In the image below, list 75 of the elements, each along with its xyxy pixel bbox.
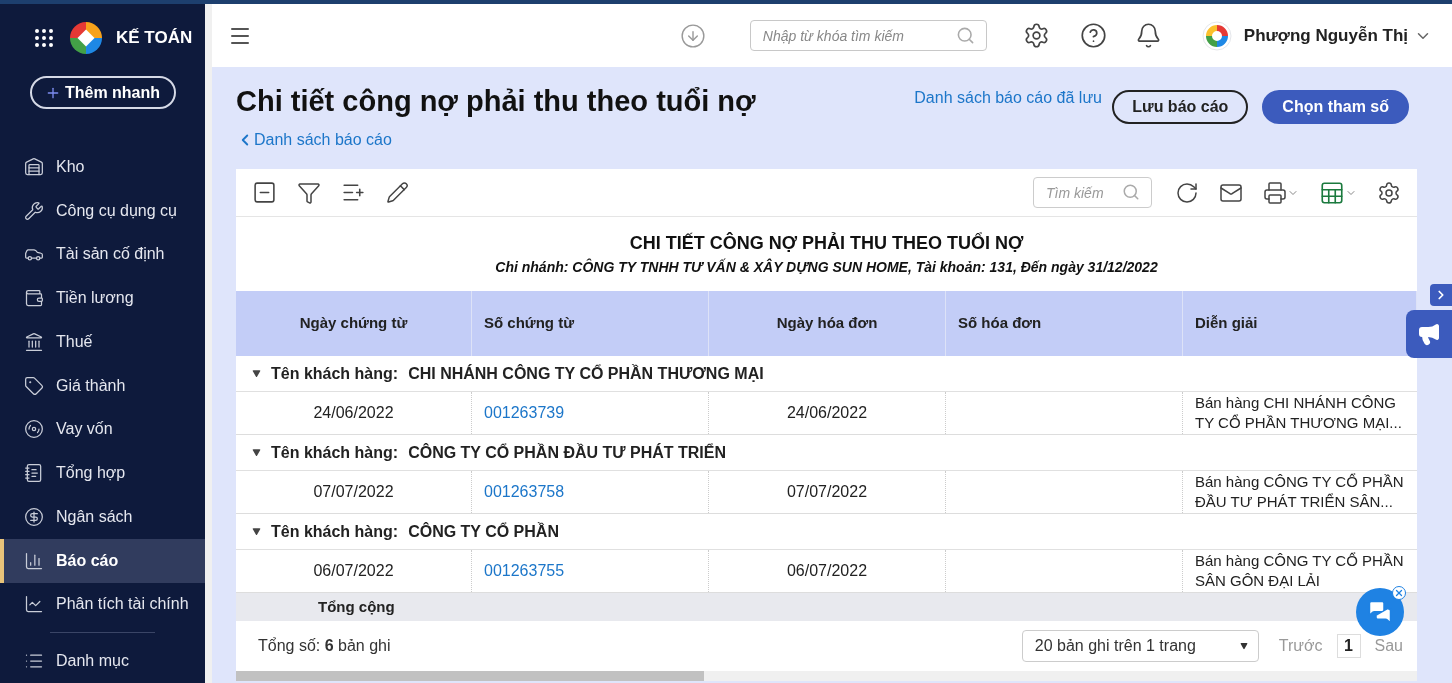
table-cell: 06/07/2022 [709,550,946,592]
table-cell: 24/06/2022 [709,392,946,434]
download-icon[interactable] [679,22,706,49]
expand-tab[interactable] [1430,284,1452,306]
sidebar-item[interactable]: Vay vốn [0,407,205,452]
group-label: Tên khách hàng: [271,442,399,463]
total-label: Tổng cộng [318,596,395,617]
sidebar-item[interactable]: Báo cáo [0,538,205,583]
sidebar-item[interactable]: Công cụ dụng cụ [0,188,205,233]
search-field[interactable]: Nhập từ khóa tìm kiếm [749,20,987,51]
voucher-link[interactable]: 001263758 [484,480,565,504]
warehouse-icon [24,156,44,177]
sidebar-item[interactable]: Phân tích tài chính [0,582,205,627]
table-cell-text: Bán hàng CHI NHÁNH CÔNG TY CỔ PHẦN THƯƠNG MẠI... [1195,393,1403,433]
avatar-icon [1201,20,1232,51]
settings-icon[interactable] [1377,180,1401,205]
table-cell-text: Bán hàng CÔNG TY CỔ PHẦN ĐẦU TƯ PHÁT TRIỂN SÂN... [1195,472,1405,512]
voucher-link[interactable]: 001263755 [484,559,565,583]
report-subtitle: Chi nhánh: CÔNG TY TNHH TƯ VẤN & XÂY DỰNG SUN HOME, Tài khoản: 131, Đến ngày 31/12/2022 [495,257,1158,277]
customer-name: CÔNG TY CỔ PHẦN ĐẦU TƯ PHÁT TRIỂN [408,442,726,463]
notebook-icon [24,463,44,484]
app-title: KẾ TOÁN [116,26,193,49]
table-cell: 07/07/2022 [236,471,472,513]
group-label: Tên khách hàng: [271,363,399,384]
sidebar-item[interactable]: Thuế [0,320,205,364]
dollar-circle-icon [24,506,44,527]
megaphone-icon [1417,322,1441,346]
print-menu-icon[interactable] [1263,180,1299,205]
scrollbar-thumb[interactable] [236,671,704,681]
help-icon[interactable] [1079,22,1107,49]
caret-down-icon[interactable] [252,448,261,457]
record-count: Tổng số: 6 bản ghi [258,636,391,656]
tag-icon [24,375,44,396]
feedback-button[interactable] [1406,310,1452,358]
line-chart-icon [24,594,44,615]
secondary-button[interactable]: Lưu báo cáo [1112,90,1249,124]
saved-reports-link[interactable]: Danh sách báo cáo đã lưu [914,87,1105,169]
disc-icon [24,419,44,440]
customer-name: CÔNG TY CỔ PHẦN [408,521,559,542]
sidebar-item[interactable]: Giá thành [0,363,205,408]
report-search-field[interactable]: Tìm kiếm [1033,177,1152,208]
excel-menu-icon[interactable] [1319,179,1357,206]
page-number[interactable]: 1 [1336,634,1361,658]
edit-icon[interactable] [386,181,409,204]
voucher-link[interactable]: 001263739 [484,401,565,425]
sidebar-item[interactable]: Danh mục [0,639,205,683]
caret-down-icon [1239,642,1248,650]
page-size-select[interactable]: 20 bản ghi trên 1 trang [1021,630,1259,662]
caret-down-icon[interactable] [252,369,261,378]
bank-icon [24,331,44,352]
user-name[interactable]: Phượng Nguyễn Thị [1243,22,1408,49]
sidebar-item[interactable]: Tiền lương [0,276,205,320]
bar-chart-icon [24,550,44,571]
sidebar-item[interactable]: Tài sản cố định [0,232,205,277]
filter-icon[interactable] [297,180,321,205]
caret-down-icon[interactable] [252,527,261,536]
customer-name: CHI NHÁNH CÔNG TY CỔ PHẦN THƯƠNG MẠI [408,363,764,384]
table-cell: 06/07/2022 [236,550,472,592]
table-cell: 24/06/2022 [236,392,472,434]
page-title: Chi tiết công nợ phải thu theo tuổi nợ [236,84,757,119]
collapse-icon[interactable] [252,180,277,205]
logo-icon [68,19,104,56]
report-title: CHI TIẾT CÔNG NỢ PHẢI THU THEO TUỔI NỢ [629,231,1024,255]
sidebar-item[interactable]: Ngân sách [0,495,205,539]
group-label: Tên khách hàng: [271,521,399,542]
primary-button[interactable]: Chọn tham số [1262,90,1409,124]
sidebar-item[interactable]: Kho [0,145,205,189]
wrench-icon [24,200,44,221]
sidebar-item[interactable]: Tổng hợp [0,451,205,495]
refresh-icon[interactable] [1175,180,1199,205]
quick-add-button[interactable]: Thêm nhanh [29,76,176,109]
wallet-icon [24,288,44,309]
table-cell-text: Bán hàng CÔNG TY CỔ PHẦN SÂN GÔN ĐẠI LẢI [1195,551,1405,591]
back-link[interactable]: Danh sách báo cáo [236,128,915,152]
table-cell: 07/07/2022 [709,471,946,513]
